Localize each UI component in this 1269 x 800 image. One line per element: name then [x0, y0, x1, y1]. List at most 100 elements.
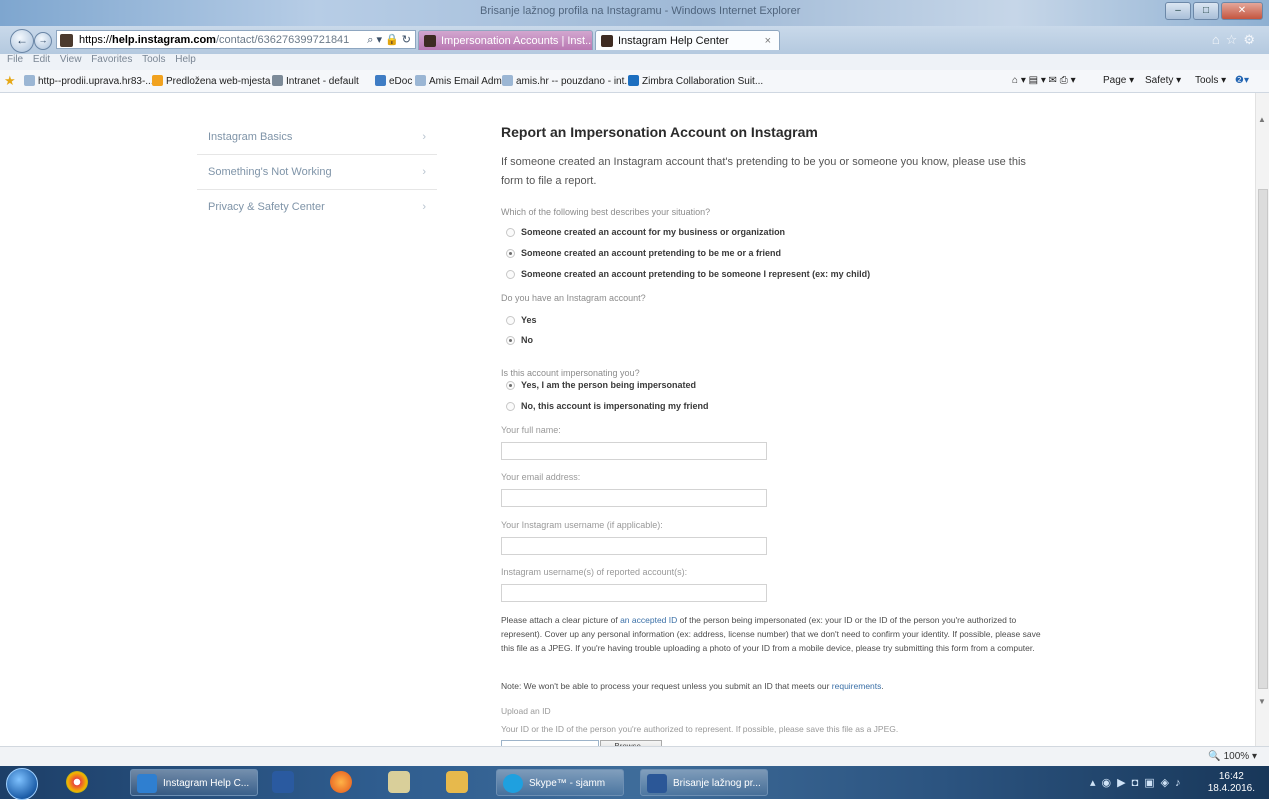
window-controls: – □ ✕: [1165, 2, 1263, 20]
sidebar-item-something-not-working[interactable]: Something's Not Working ›: [197, 155, 437, 190]
tools-menu[interactable]: Tools ▾: [1195, 75, 1226, 86]
situation-question: Which of the following best describes yo…: [501, 207, 711, 217]
back-button[interactable]: ←: [10, 29, 34, 53]
maximize-button[interactable]: □: [1193, 2, 1219, 20]
favorite-link[interactable]: amis.hr -- pouzdano - int...: [502, 75, 633, 87]
reported-username-label: Instagram username(s) of reported accoun…: [501, 567, 688, 577]
upload-id-label: Upload an ID: [501, 706, 551, 716]
form-intro: If someone created an Instagram account …: [501, 156, 1026, 187]
radio-button[interactable]: [506, 228, 515, 237]
vertical-scrollbar[interactable]: ▲ ▼: [1255, 93, 1269, 746]
close-tab-icon[interactable]: ×: [765, 31, 771, 50]
command-icons[interactable]: ⌂ ▾ ▤ ▾ ✉ ⎙ ▾: [1012, 75, 1076, 86]
site-favicon: [60, 34, 73, 47]
window-title: Brisanje lažnog profila na Instagramu - …: [480, 5, 801, 17]
has-account-question: Do you have an Instagram account?: [501, 293, 646, 303]
radio-button[interactable]: [506, 249, 515, 258]
favorite-link[interactable]: http--prodii.uprava.hr83-...: [24, 75, 154, 87]
zoom-level[interactable]: 🔍 100% ▾: [1208, 751, 1257, 762]
menu-file[interactable]: File: [7, 54, 23, 65]
menu-view[interactable]: View: [60, 54, 82, 65]
status-bar: 🔍 100% ▾: [0, 746, 1269, 767]
minimize-button[interactable]: –: [1165, 2, 1191, 20]
tab-favicon: [424, 35, 436, 47]
favorite-link[interactable]: Zimbra Collaboration Suit...: [628, 75, 763, 87]
sidebar-item-label: Something's Not Working: [208, 166, 332, 178]
menu-bar: File Edit View Favorites Tools Help: [0, 54, 1269, 70]
tab-instagram-help-center[interactable]: Instagram Help Center ×: [595, 30, 780, 50]
chrome-icon[interactable]: [66, 771, 88, 793]
tab-label: Impersonation Accounts | Inst...: [441, 35, 593, 47]
close-window-button[interactable]: ✕: [1221, 2, 1263, 20]
favorites-star-icon[interactable]: ★: [4, 73, 16, 89]
favorite-link[interactable]: Predložena web-mjesta ▾: [152, 75, 278, 87]
page-menu[interactable]: Page ▾: [1103, 75, 1134, 86]
clock[interactable]: 16:42 18.4.2016.: [1208, 771, 1255, 795]
skype-icon: [503, 774, 523, 793]
address-controls[interactable]: ⌕ ▾ 🔒 ↻: [367, 31, 411, 48]
favorite-link[interactable]: Intranet - default: [272, 75, 359, 87]
full-name-input[interactable]: [501, 442, 767, 460]
safety-menu[interactable]: Safety ▾: [1145, 75, 1181, 86]
system-tray-icons[interactable]: ▴◉▶◘▣◈♪: [1090, 776, 1187, 789]
menu-favorites[interactable]: Favorites: [91, 54, 132, 65]
favorite-link[interactable]: eDoc: [375, 75, 412, 87]
your-username-input[interactable]: [501, 537, 767, 555]
clock-time: 16:42: [1218, 771, 1244, 782]
favorite-link[interactable]: Amis Email Admin: [415, 75, 510, 87]
scroll-up-arrow-icon[interactable]: ▲: [1258, 115, 1266, 124]
start-button[interactable]: [6, 768, 38, 800]
task-skype[interactable]: Skype™ - sjamm: [496, 769, 624, 796]
menu-edit[interactable]: Edit: [33, 54, 50, 65]
home-favorites-settings-icons[interactable]: ⌂☆⚙: [1212, 32, 1261, 48]
accepted-id-link[interactable]: an accepted ID: [620, 615, 677, 625]
firefox-icon[interactable]: [330, 771, 352, 793]
radio-button[interactable]: [506, 381, 515, 390]
radio-button[interactable]: [506, 316, 515, 325]
tab-impersonation-accounts[interactable]: Impersonation Accounts | Inst...: [418, 30, 593, 50]
sidebar-item-label: Instagram Basics: [208, 131, 293, 143]
menu-help[interactable]: Help: [175, 54, 196, 65]
full-name-label: Your full name:: [501, 425, 561, 435]
help-sidebar: Instagram Basics › Something's Not Worki…: [197, 120, 437, 224]
chevron-right-icon: ›: [422, 201, 426, 213]
page-icon: [272, 75, 283, 86]
page-icon: [24, 75, 35, 86]
url-host: help.instagram.com: [112, 34, 216, 46]
page-icon: [415, 75, 426, 86]
folder-icon[interactable]: [446, 771, 468, 793]
email-input[interactable]: [501, 489, 767, 507]
scroll-down-arrow-icon[interactable]: ▼: [1258, 697, 1266, 706]
task-word-document[interactable]: Brisanje lažnog pr...: [640, 769, 768, 796]
radio-button[interactable]: [506, 270, 515, 279]
sidebar-item-label: Privacy & Safety Center: [208, 201, 325, 213]
forward-button[interactable]: →: [34, 32, 52, 50]
page-title: Report an Impersonation Account on Insta…: [501, 124, 818, 140]
page-icon: [502, 75, 513, 86]
ie-icon: [137, 774, 157, 793]
reported-username-input[interactable]: [501, 584, 767, 602]
favorites-bar: ★ http--prodii.uprava.hr83-... Predložen…: [0, 70, 1269, 93]
radio-button[interactable]: [506, 336, 515, 345]
page-icon: [375, 75, 386, 86]
zimbra-icon: [628, 75, 639, 86]
chevron-right-icon: ›: [422, 131, 426, 143]
task-instagram-help[interactable]: Instagram Help C...: [130, 769, 258, 796]
word-icon: [647, 774, 667, 793]
notepad-icon[interactable]: [388, 771, 410, 793]
impersonating-you-question: Is this account impersonating you?: [501, 368, 640, 378]
suggested-sites-icon: [152, 75, 163, 86]
radio-button[interactable]: [506, 402, 515, 411]
sidebar-item-privacy-safety[interactable]: Privacy & Safety Center ›: [197, 190, 437, 224]
tab-favicon: [601, 35, 613, 47]
attach-instructions: Please attach a clear picture of an acce…: [501, 615, 1041, 653]
help-icon[interactable]: ❷▾: [1235, 75, 1249, 86]
scrollbar-thumb[interactable]: [1258, 189, 1268, 689]
tab-label: Instagram Help Center: [618, 35, 729, 47]
chevron-right-icon: ›: [422, 166, 426, 178]
requirements-link[interactable]: requirements: [832, 681, 882, 691]
sidebar-item-instagram-basics[interactable]: Instagram Basics ›: [197, 120, 437, 155]
address-bar[interactable]: https://help.instagram.com/contact/63627…: [56, 30, 416, 49]
menu-tools[interactable]: Tools: [142, 54, 165, 65]
media-icon[interactable]: [272, 771, 294, 793]
